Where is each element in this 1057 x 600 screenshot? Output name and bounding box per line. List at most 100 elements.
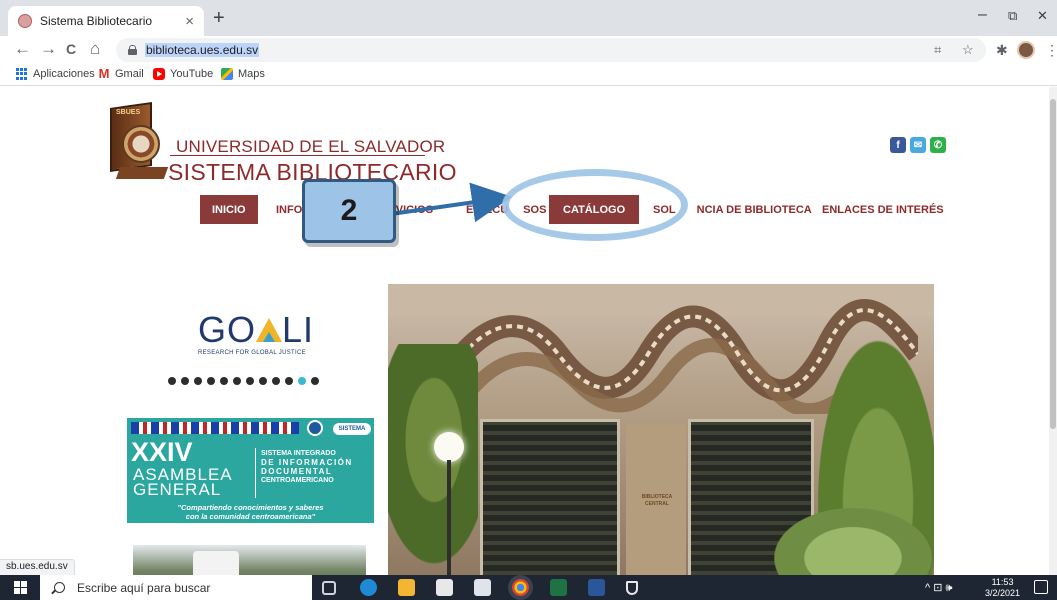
browser-tab[interactable]: Sistema Bibliotecario × [8,6,204,36]
windows-start-icon[interactable] [14,581,27,594]
excel-icon[interactable] [550,579,567,596]
back-button[interactable]: ← [14,39,31,59]
close-window-button[interactable]: ✕ [1037,8,1048,24]
carousel-dot[interactable] [298,377,306,385]
scrollbar-thumb[interactable] [1050,99,1056,429]
carousel-dot[interactable] [220,377,228,385]
menu-enlaces[interactable]: ENLACES DE INTERÉS [822,195,944,224]
bookmark-apps[interactable]: Aplicaciones [16,68,95,80]
phone-icon[interactable]: ✆ [930,137,946,153]
system-tray[interactable]: ^ ⊡ 🕪 [925,581,952,595]
menu-icon[interactable]: ⋮ [1045,42,1057,59]
extensions-icon[interactable]: ✱ [996,42,1008,59]
web-page: SBUES UNIVERSIDAD DE EL SALVADOR SISTEMA… [0,87,1057,575]
youtube-icon [153,68,165,80]
menu-inicio[interactable]: INICIO [200,195,258,224]
carousel-dot[interactable] [233,377,241,385]
annotation-step-number: 2 [302,179,396,243]
tree-left [388,344,478,575]
edge-icon[interactable] [360,579,377,596]
minimize-button[interactable]: – [978,6,987,24]
carousel-dot[interactable] [181,377,189,385]
bookmark-youtube[interactable]: YouTube [153,68,213,80]
university-name: UNIVERSIDAD DE EL SALVADOR [176,137,446,156]
banner-slogan-2: con la comunidad centroamericana" [185,512,316,521]
banner-slogan-1: "Compartiendo conocimientos y saberes [177,503,324,512]
goali-logo[interactable]: GO LI RESEARCH FOR GLOBAL JUSTICE [198,312,314,357]
mail-app-icon[interactable] [474,579,491,596]
menu-informacion[interactable]: INFO [276,195,302,224]
browser-toolbar: ← → C ⌂ biblioteca.ues.edu.sv ⌗ ☆ [0,36,1057,64]
word-icon[interactable] [588,579,605,596]
tab-title: Sistema Bibliotecario [40,14,153,28]
clock-time: 11:53 [991,577,1014,587]
lamp-post [447,460,451,575]
street-lamp [434,432,464,462]
carousel-dot[interactable] [259,377,267,385]
notification-icon[interactable] [1034,580,1048,594]
home-button[interactable]: ⌂ [90,39,100,59]
maps-icon [221,68,233,80]
address-bar[interactable]: biblioteca.ues.edu.sv ⌗ ☆ [116,38,986,62]
file-explorer-icon[interactable] [398,579,415,596]
asamblea-banner[interactable]: SISTEMA XXIV ASAMBLEA GENERAL SISTEMA IN… [127,418,374,523]
goali-wordmark: GO LI [198,312,314,348]
task-view-icon[interactable] [322,581,336,595]
carousel-dot[interactable] [246,377,254,385]
gmail-icon: M [98,66,110,81]
url-text[interactable]: biblioteca.ues.edu.sv [145,43,260,57]
sidebar-thumbnail-image[interactable] [133,545,366,575]
taskbar-search-placeholder: Escribe aquí para buscar [77,580,211,595]
forward-button[interactable]: → [40,39,57,59]
banner-slogan: "Compartiendo conocimientos y saberes co… [127,503,374,521]
banner-xxiv: XXIV [131,437,193,467]
search-icon [54,582,65,593]
bookmarks-bar: Aplicaciones M Gmail YouTube Maps [0,64,1057,86]
bookmark-label: Aplicaciones [33,68,95,80]
window-left [480,419,620,575]
carousel-dot[interactable] [311,377,319,385]
library-building-photo: BIBLIOTECA CENTRAL [388,284,934,575]
bookmark-gmail[interactable]: M Gmail [98,66,144,81]
goali-a-icon [256,316,283,342]
status-bar-url: sb.ues.edu.sv [0,559,75,575]
bookmark-star-icon[interactable]: ☆ [962,42,974,58]
flags-strip [131,422,299,434]
windows-taskbar: Escribe aquí para buscar ^ ⊡ 🕪 11:53 3/2… [0,575,1057,600]
bookmark-maps[interactable]: Maps [221,68,265,80]
banner-general: GENERAL [133,480,222,499]
banner-line-2: DE INFORMACIÓN [261,458,353,467]
menu-solvencia-end: NCIA DE BIBLIOTECA [696,203,812,216]
carousel-dot[interactable] [168,377,176,385]
lock-icon [128,45,137,55]
carousel-dot[interactable] [207,377,215,385]
banner-line-4: CENTROAMERICANO [261,477,334,484]
carousel-dot[interactable] [285,377,293,385]
new-tab-button[interactable]: + [213,8,225,28]
reload-button[interactable]: C [66,39,76,59]
qr-code-icon[interactable]: ⌗ [934,42,941,58]
store-icon[interactable] [436,579,453,596]
sbues-logo[interactable]: SBUES [110,102,169,189]
bookmark-label: Gmail [115,68,144,80]
security-shield-icon[interactable] [626,581,638,595]
building-plaque: BIBLIOTECA CENTRAL [641,494,673,507]
goali-text-post: LI [282,309,315,350]
restore-button[interactable]: ⧉ [1008,8,1017,24]
taskbar-search-box[interactable]: Escribe aquí para buscar [40,575,312,600]
facebook-icon[interactable]: f [890,137,906,153]
clock-date: 3/2/2021 [985,588,1021,598]
goali-subtitle: RESEARCH FOR GLOBAL JUSTICE [198,350,306,356]
profile-avatar[interactable] [1017,41,1035,59]
bookmark-label: YouTube [170,68,214,80]
carousel-dot[interactable] [272,377,280,385]
logo-tag: SBUES [116,109,141,116]
apps-icon [16,68,28,80]
tab-close-icon[interactable]: × [185,13,194,30]
carousel-dot[interactable] [194,377,202,385]
chrome-icon[interactable] [512,579,529,596]
logo-base [115,167,169,179]
banner-divider [255,448,256,498]
taskbar-clock[interactable]: 11:53 3/2/2021 [985,577,1020,599]
mail-icon[interactable]: ✉ [910,137,926,153]
